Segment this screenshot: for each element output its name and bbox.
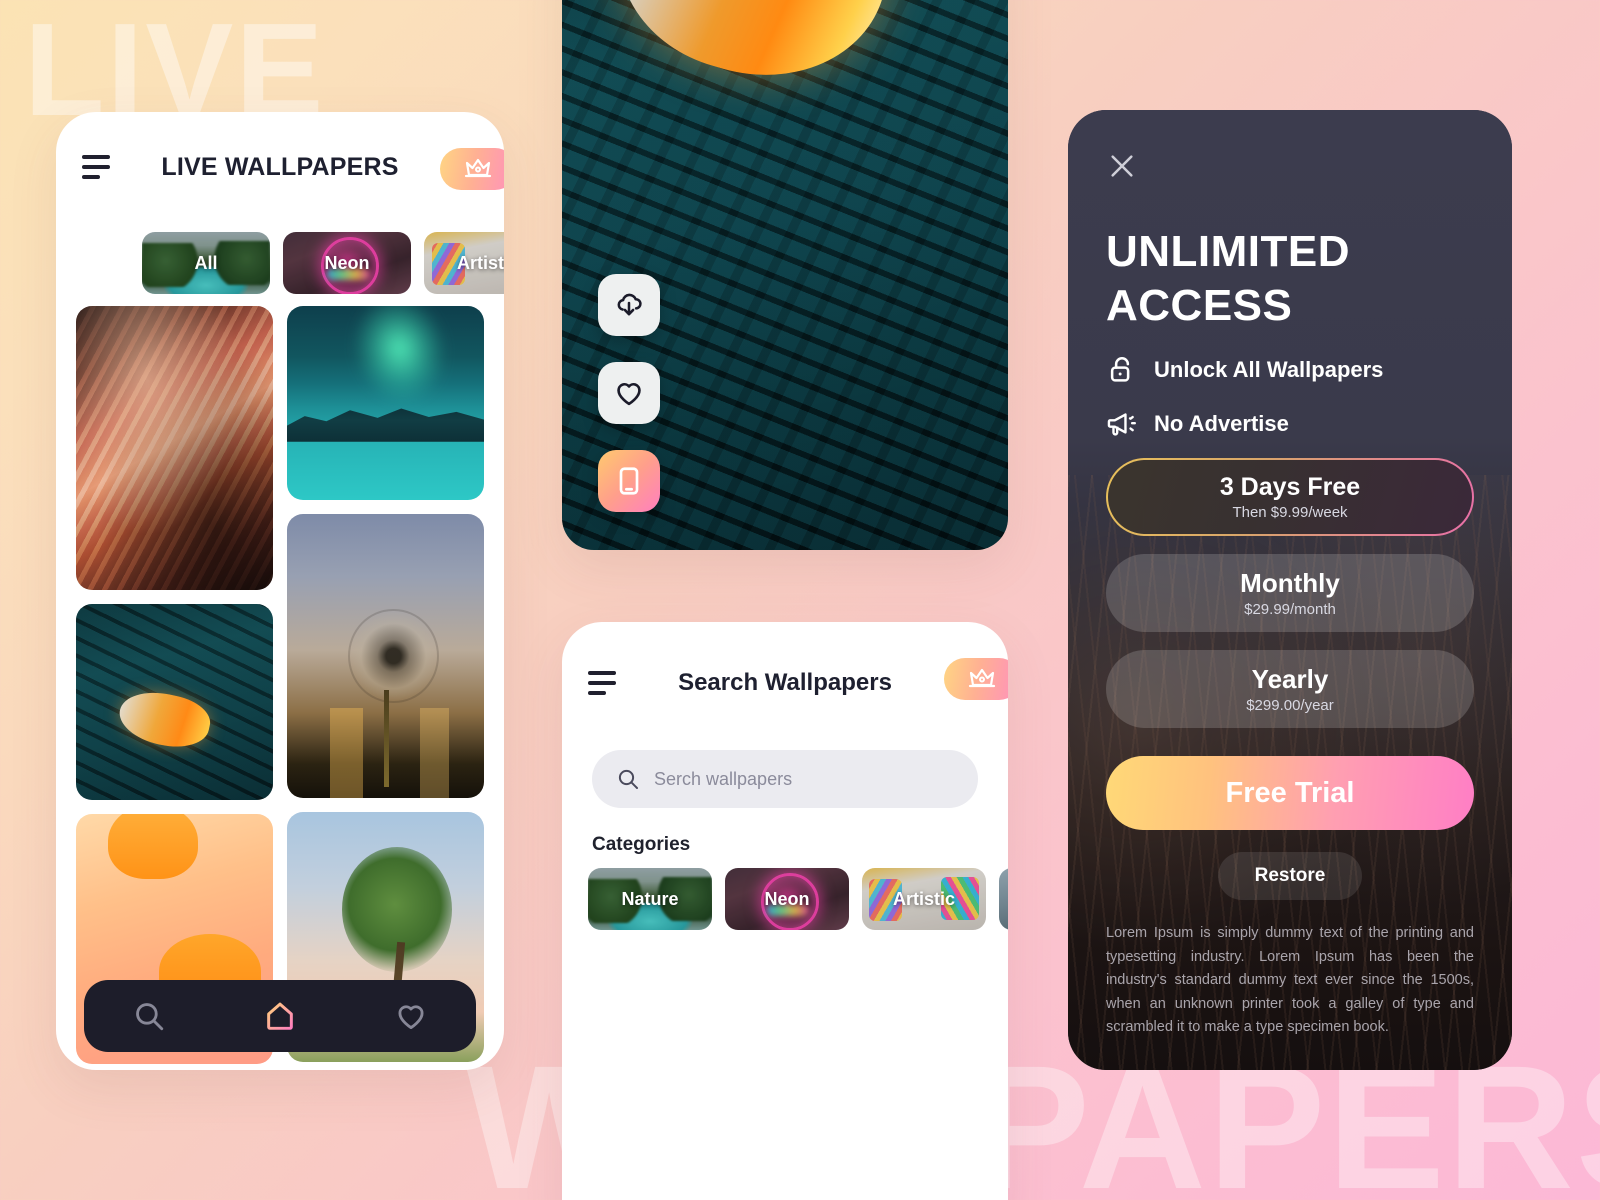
plan-option-trial[interactable]: 3 Days Free Then $9.99/week [1106,458,1474,536]
plan-price: $299.00/year [1246,696,1334,714]
home-icon[interactable] [263,999,297,1033]
feature-unlock-all-wallpapers: Unlock All Wallpapers [1106,354,1474,386]
search-header: Search Wallpapers [562,622,1008,744]
category-chip-nature[interactable]: Nature [588,868,712,930]
search-category-chips: Nature Neon Artistic [562,856,1008,930]
category-chip-all[interactable]: All [142,232,270,294]
legal-text: Lorem Ipsum is simply dummy text of the … [1106,925,1474,1036]
category-chip-next[interactable] [999,868,1008,930]
category-chip-artistic[interactable]: Artistic [424,232,504,294]
wallpaper-tile-canyon[interactable] [76,306,273,590]
plan-option-monthly[interactable]: Monthly $29.99/month [1106,554,1474,633]
paywall-title-line2: ACCESS [1106,280,1293,330]
wallpaper-column-right [287,306,484,1064]
chip-label: Artistic [456,252,504,273]
feature-label: Unlock All Wallpapers [1154,357,1384,383]
restore-button[interactable]: Restore [1218,852,1362,901]
category-chip-neon[interactable]: Neon [725,868,849,930]
category-chip-artistic[interactable]: Artistic [862,868,986,930]
free-trial-button[interactable]: Free Trial [1106,756,1474,831]
chip-label: Artistic [892,888,955,909]
wallpaper-tile-koi-fish[interactable] [76,604,273,800]
lock-icon [1110,357,1130,383]
set-wallpaper-icon [619,467,639,495]
megaphone-icon [1107,413,1136,436]
page-title: LIVE WALLPAPERS [161,152,399,181]
chip-label: Nature [621,888,679,909]
paywall-title-line1: UNLIMITED [1106,227,1351,276]
search-screen-phone: Search Wallpapers Categories Nature Neon… [562,622,1008,1200]
categories-heading: Categories [592,834,691,855]
page-title: Search Wallpapers [678,669,892,696]
favorite-button[interactable] [598,362,660,424]
wallpaper-tile-dandelion[interactable] [287,514,484,798]
set-wallpaper-button[interactable] [598,450,660,512]
category-chip-neon[interactable]: Neon [283,232,411,294]
home-screen-phone: LIVE WALLPAPERS All Neon Artistic [56,112,504,1070]
plan-name: 3 Days Free [1219,472,1361,501]
feature-no-advertise: No Advertise [1106,408,1474,440]
bottom-navigation-bar [84,980,476,1052]
wallpaper-grid [56,294,504,1064]
paywall-panel: UNLIMITED ACCESS Unlock All Wallpapers N… [1068,110,1512,1070]
plan-price: $29.99/month [1244,600,1336,618]
plan-name: Monthly [1240,568,1340,599]
wallpaper-preview-phone [562,0,1008,550]
home-header: LIVE WALLPAPERS [56,112,504,222]
search-icon [618,769,638,789]
premium-badge-button[interactable] [440,148,504,190]
chip-label: All [194,252,218,273]
feature-label: No Advertise [1154,411,1289,437]
crown-icon [464,158,492,178]
heart-icon[interactable] [394,999,428,1033]
crown-icon [968,668,996,688]
plan-price: Then $9.99/week [1232,504,1348,522]
paywall-title: UNLIMITED ACCESS [1106,225,1474,332]
download-button[interactable] [598,274,660,336]
plan-option-yearly[interactable]: Yearly $299.00/year [1106,650,1474,729]
chip-label: Neon [324,252,370,273]
paywall-content: UNLIMITED ACCESS Unlock All Wallpapers N… [1068,110,1512,1070]
wallpaper-column-left [76,306,273,1064]
premium-badge-button[interactable] [944,658,1008,700]
search-field-container[interactable] [592,750,978,808]
preview-action-buttons [598,274,660,512]
cloud-download-icon [617,293,642,316]
chip-thumbnail [999,868,1008,930]
wallpaper-tile-aurora[interactable] [287,306,484,500]
search-input[interactable] [654,768,954,790]
chip-label: Neon [764,888,810,909]
heart-icon [617,382,641,406]
close-icon[interactable] [1106,150,1138,182]
search-icon[interactable] [132,999,166,1033]
home-category-chips: All Neon Artistic [56,222,504,294]
plan-name: Yearly [1251,664,1329,695]
